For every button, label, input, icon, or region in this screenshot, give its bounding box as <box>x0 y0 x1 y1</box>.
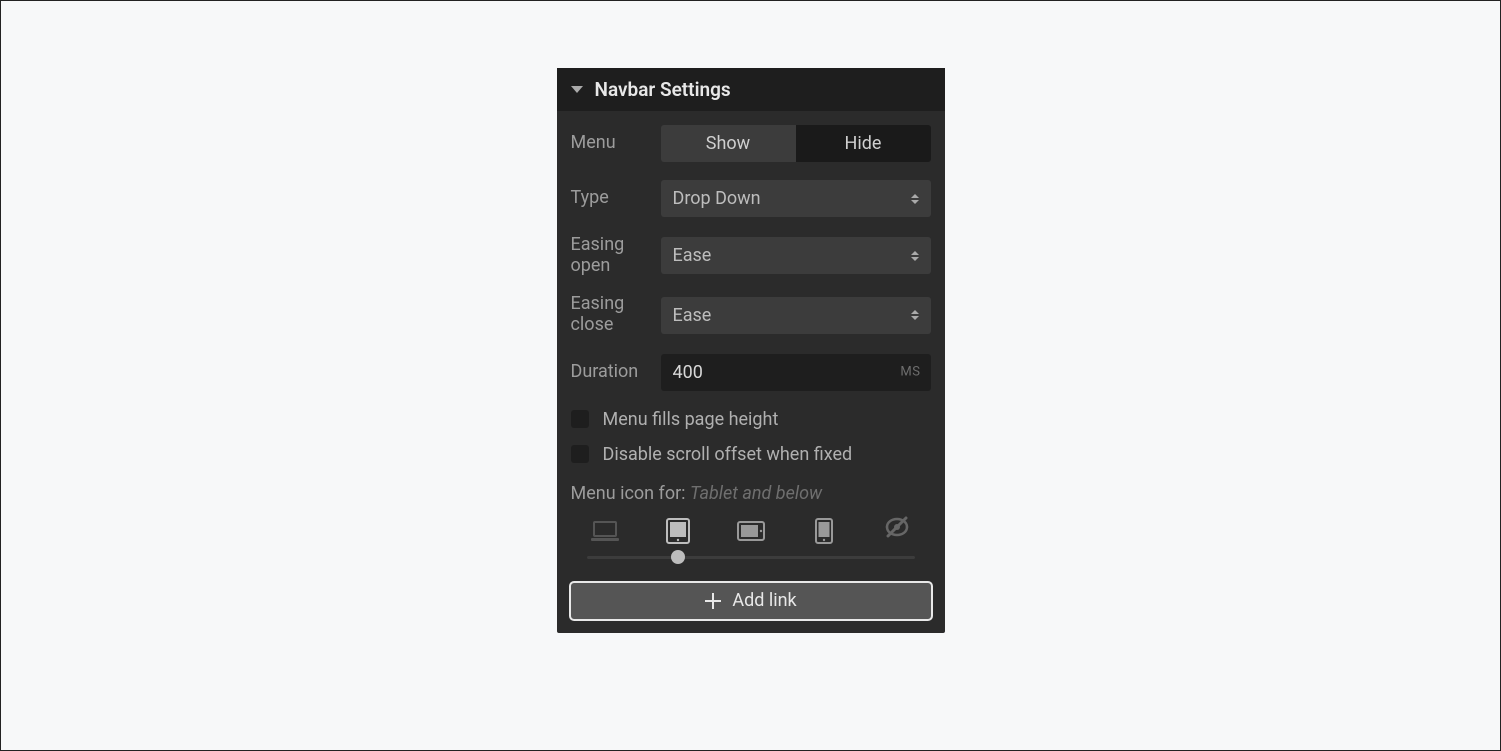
easing-close-value: Ease <box>673 305 712 326</box>
easing-open-row: Easing open Ease <box>571 235 931 276</box>
menu-toggle: Show Hide <box>661 125 931 162</box>
menu-row: Menu Show Hide <box>571 125 931 162</box>
menu-show-button[interactable]: Show <box>661 125 796 162</box>
add-link-label: Add link <box>732 590 796 611</box>
type-label: Type <box>571 188 661 209</box>
duration-input[interactable] <box>673 362 891 383</box>
disable-scroll-checkbox[interactable] <box>571 445 589 463</box>
select-chevron-icon <box>911 251 919 261</box>
menu-icon-for-label: Menu icon for: <box>571 483 686 504</box>
disable-scroll-label: Disable scroll offset when fixed <box>603 444 853 465</box>
breakpoint-tablet-icon[interactable] <box>656 518 700 544</box>
easing-open-value: Ease <box>673 245 712 266</box>
slider-track <box>587 556 915 559</box>
add-link-button[interactable]: Add link <box>569 581 933 621</box>
panel-body: Menu Show Hide Type Drop Down Easing ope… <box>557 111 945 559</box>
easing-open-select[interactable]: Ease <box>661 237 931 274</box>
breakpoint-row <box>571 518 931 544</box>
panel-title: Navbar Settings <box>595 78 731 101</box>
disable-scroll-row: Disable scroll offset when fixed <box>571 444 931 465</box>
duration-label: Duration <box>571 362 661 383</box>
fills-height-checkbox[interactable] <box>571 410 589 428</box>
type-value: Drop Down <box>673 188 761 209</box>
duration-input-wrap: MS <box>661 354 931 391</box>
breakpoint-none-icon[interactable] <box>875 515 919 539</box>
easing-open-label: Easing open <box>571 235 661 276</box>
collapse-triangle-icon <box>571 86 583 93</box>
select-chevron-icon <box>911 194 919 204</box>
easing-close-label: Easing close <box>571 294 661 335</box>
type-select[interactable]: Drop Down <box>661 180 931 217</box>
easing-close-row: Easing close Ease <box>571 294 931 335</box>
breakpoint-phone-icon[interactable] <box>802 518 846 544</box>
menu-hide-button[interactable]: Hide <box>796 125 931 162</box>
menu-label: Menu <box>571 133 661 154</box>
duration-unit: MS <box>900 365 920 380</box>
fills-height-row: Menu fills page height <box>571 409 931 430</box>
breakpoint-desktop-icon[interactable] <box>583 520 627 542</box>
breakpoint-slider[interactable] <box>571 556 931 559</box>
breakpoint-tablet-landscape-icon[interactable] <box>729 521 773 541</box>
panel-header[interactable]: Navbar Settings <box>557 68 945 111</box>
menu-icon-for-line: Menu icon for: Tablet and below <box>571 483 931 504</box>
menu-icon-for-value: Tablet and below <box>690 483 822 504</box>
navbar-settings-panel: Navbar Settings Menu Show Hide Type Drop… <box>557 68 945 633</box>
fills-height-label: Menu fills page height <box>603 409 779 430</box>
slider-thumb[interactable] <box>671 550 685 564</box>
select-chevron-icon <box>911 310 919 320</box>
duration-row: Duration MS <box>571 354 931 391</box>
type-row: Type Drop Down <box>571 180 931 217</box>
plus-icon <box>704 592 722 610</box>
easing-close-select[interactable]: Ease <box>661 297 931 334</box>
